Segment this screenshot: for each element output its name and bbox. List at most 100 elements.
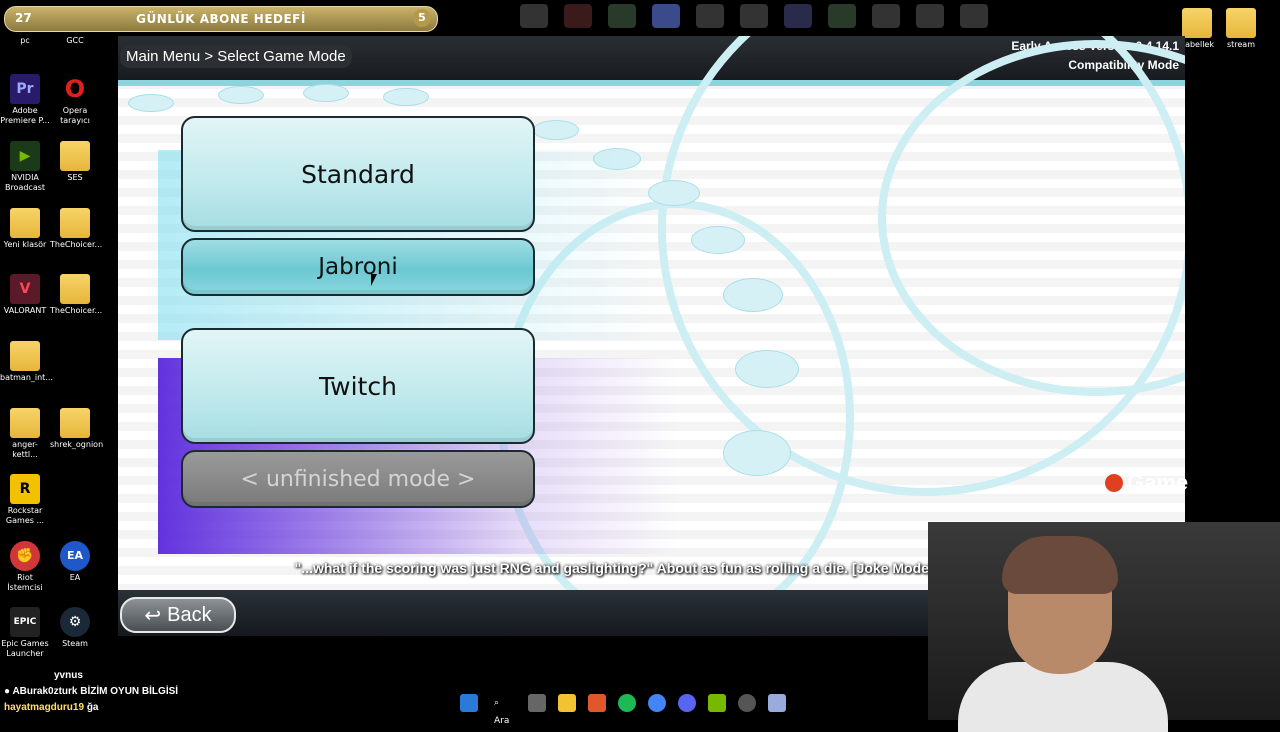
app-icon[interactable] <box>652 4 680 28</box>
desktop-icon-label: EA <box>69 573 81 582</box>
back-button[interactable]: ↩ Back <box>120 597 236 633</box>
desktop-icon-label: Epic Games Launcher <box>1 639 49 658</box>
desktop-icon-ses[interactable]: SES <box>50 141 100 183</box>
decor-bubble <box>128 94 174 112</box>
nvidia-icon: ▶ <box>10 141 40 171</box>
riot-icon: ✊ <box>10 541 40 571</box>
game-taskbar-icon[interactable] <box>768 694 786 712</box>
app-icon[interactable] <box>872 4 900 28</box>
chat-username: ABurak0zturk <box>12 686 78 697</box>
desktop-icon-thechoicer-2[interactable]: TheChoicer... <box>50 274 103 316</box>
folder-icon <box>60 274 90 304</box>
folder-icon <box>1226 8 1256 38</box>
brave-icon[interactable] <box>588 694 606 712</box>
mode-standard-button[interactable]: Standard <box>181 116 535 232</box>
desktop-icon-steam[interactable]: ⚙ Steam <box>50 607 100 649</box>
chat-overlay: yvnus ● ABurak0zturk BİZİM OYUN BİLGİSİ … <box>4 668 178 716</box>
steam-icon: ⚙ <box>60 607 90 637</box>
desktop-icon-riot[interactable]: ✊ Riot İstemcisi <box>0 541 50 593</box>
app-icon[interactable] <box>696 4 724 28</box>
app-icon[interactable] <box>608 4 636 28</box>
epic-games-icon: EPIC <box>10 607 40 637</box>
mode-jabroni-button[interactable]: Jabroni <box>181 238 535 296</box>
desktop-icon-label: pc <box>20 36 30 45</box>
file-explorer-icon[interactable] <box>558 694 576 712</box>
chat-message: BİZİM OYUN BİLGİSİ <box>80 686 179 697</box>
obs-icon[interactable] <box>738 694 756 712</box>
desktop-icon-pc[interactable]: pc <box>0 36 50 46</box>
taskbar-search[interactable]: ⌕ Ara <box>490 694 516 726</box>
brand-logo-icon <box>1105 474 1123 492</box>
desktop-icon-epic[interactable]: EPIC Epic Games Launcher <box>0 607 50 659</box>
chat-line: hayatmagduru19 ğa <box>4 700 178 716</box>
mode-unfinished-button: < unfinished mode > <box>181 450 535 508</box>
desktop-icon-yeni-klasor[interactable]: Yeni klasör <box>0 208 50 250</box>
decor-bubble <box>303 84 349 102</box>
desktop-icon-gcc[interactable]: GCC <box>50 36 100 46</box>
decor-bubble <box>533 120 579 140</box>
desktop-icon-label: SES <box>67 173 83 182</box>
desktop-icon-label: babellek <box>1180 40 1214 49</box>
mode-select-stage: Standard Jabroni Twitch < unfinished mod… <box>118 36 1185 636</box>
app-icon[interactable] <box>960 4 988 28</box>
subscription-goal-bar: 27 GÜNLÜK ABONE HEDEFİ 5 <box>4 6 438 32</box>
app-icon[interactable] <box>784 4 812 28</box>
desktop-icon-premiere[interactable]: Pr Adobe Premiere P... <box>0 74 50 126</box>
top-app-icons <box>520 4 988 28</box>
discord-icon[interactable] <box>678 694 696 712</box>
app-icon[interactable] <box>916 4 944 28</box>
app-icon[interactable] <box>564 4 592 28</box>
folder-icon <box>10 341 40 371</box>
desktop-icon-label: VALORANT <box>3 306 47 315</box>
breadcrumb: Main Menu > Select Game Mode <box>120 45 352 68</box>
taskbar: ⌕ Ara <box>460 694 786 726</box>
back-arrow-icon: ↩ <box>144 604 162 627</box>
app-icon[interactable] <box>520 4 548 28</box>
desktop-icon-label: anger-kettl... <box>12 440 38 459</box>
search-label: Ara <box>494 716 510 726</box>
desktop-icon-ea[interactable]: EA EA <box>50 541 100 583</box>
spotify-icon[interactable] <box>618 694 636 712</box>
desktop-icon-label: Adobe Premiere P... <box>0 106 50 125</box>
folder-icon <box>1182 8 1212 38</box>
app-icon[interactable] <box>828 4 856 28</box>
desktop-icon-shrek[interactable]: shrek_ognion <box>50 408 104 450</box>
desktop-icon-anger-kettle[interactable]: anger-kettl... <box>0 408 50 460</box>
chat-username: hayatmagduru19 <box>4 702 85 713</box>
desktop-icon-thechoicer[interactable]: TheChoicer... <box>50 208 102 250</box>
folder-icon <box>60 208 90 238</box>
desktop-icon-label: shrek_ognion <box>50 440 104 449</box>
desktop-icon-opera[interactable]: O Opera tarayıcı <box>50 74 100 126</box>
goal-title: GÜNLÜK ABONE HEDEFİ <box>136 12 306 26</box>
decor-bubble <box>723 430 791 476</box>
desktop-icon-batman[interactable]: batman_int... <box>0 341 53 383</box>
desktop-icon-label: Steam <box>62 639 88 648</box>
app-icon[interactable] <box>740 4 768 28</box>
desktop-icon-label: Riot İstemcisi <box>7 573 43 592</box>
mouse-cursor-icon <box>371 274 377 286</box>
desktop-icon-valorant[interactable]: V VALORANT <box>0 274 50 316</box>
desktop-icon-rockstar[interactable]: R Rockstar Games ... <box>0 474 50 526</box>
desktop-icon-nvidia[interactable]: ▶ NVIDIA Broadcast <box>0 141 50 193</box>
decor-bubble <box>383 88 429 106</box>
desktop-icon-label: TheChoicer... <box>50 306 103 315</box>
chat-line: yvnus <box>4 668 178 684</box>
valorant-icon: V <box>10 274 40 304</box>
chat-line: ● ABurak0zturk BİZİM OYUN BİLGİSİ <box>4 686 179 697</box>
chat-message: ğa <box>86 702 99 713</box>
brand-text: Game <box>1127 470 1189 495</box>
decor-bubble <box>735 350 799 388</box>
windows-start-icon[interactable] <box>460 694 478 712</box>
folder-icon <box>10 408 40 438</box>
chrome-icon[interactable] <box>648 694 666 712</box>
decor-bubble <box>691 226 745 254</box>
mode-twitch-button[interactable]: Twitch <box>181 328 535 444</box>
desktop-icon-label: Opera tarayıcı <box>60 106 90 125</box>
desktop-icon-label: batman_int... <box>0 373 53 382</box>
desktop-icon-stream[interactable]: stream <box>1216 8 1266 50</box>
nvidia-taskbar-icon[interactable] <box>708 694 726 712</box>
desktop-icon-label: GCC <box>66 36 84 45</box>
premiere-icon: Pr <box>10 74 40 104</box>
task-view-icon[interactable] <box>528 694 546 712</box>
desktop-icon-label: Yeni klasör <box>3 240 47 249</box>
